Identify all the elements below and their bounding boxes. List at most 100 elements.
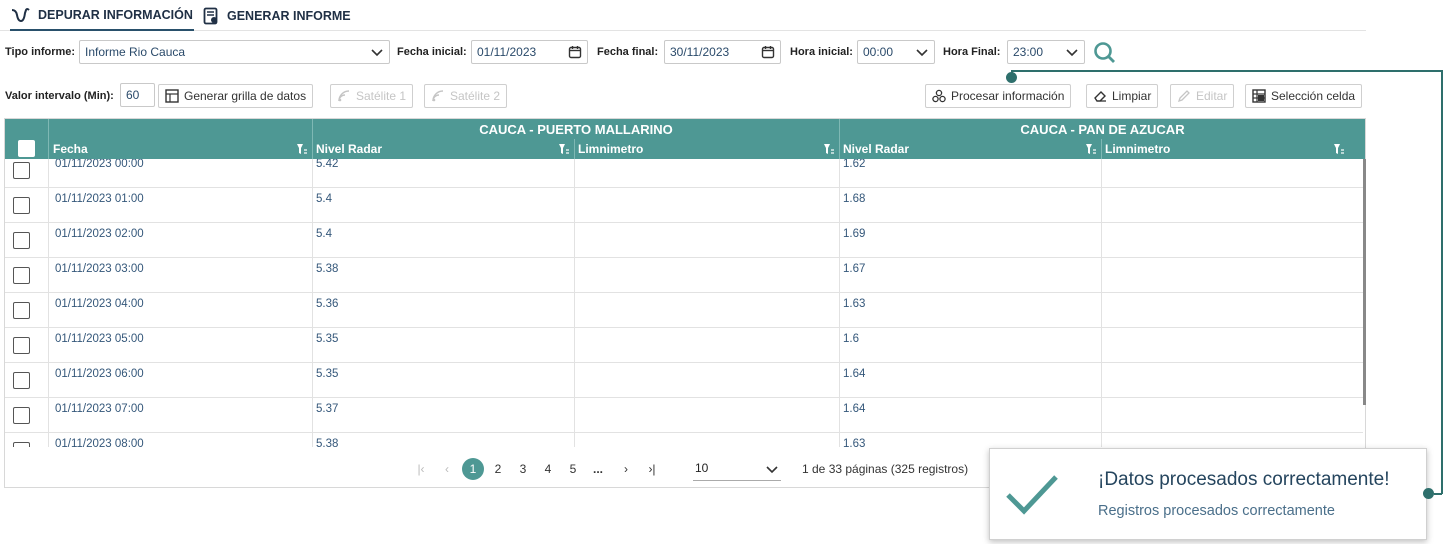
table-cell[interactable]: 1.62	[840, 159, 1102, 187]
row-checkbox[interactable]	[13, 267, 30, 284]
table-row[interactable]: 01/11/2023 01:00 5.4 1.68	[5, 188, 1363, 223]
table-cell[interactable]	[1102, 363, 1363, 397]
page-button[interactable]: 5	[562, 458, 584, 480]
satelite-1-button[interactable]: Satélite 1	[330, 84, 414, 108]
table-cell[interactable]: 01/11/2023 07:00	[49, 398, 313, 432]
tab-generar-informe[interactable]: GENERAR INFORME	[203, 0, 353, 31]
column-header-nivel-radar-1[interactable]: Nivel Radar	[313, 139, 575, 159]
row-checkbox[interactable]	[13, 337, 30, 354]
table-cell[interactable]: 1.6	[840, 328, 1102, 362]
table-cell[interactable]	[575, 223, 840, 257]
table-cell[interactable]	[1102, 223, 1363, 257]
intervalo-input[interactable]: 60	[120, 83, 155, 107]
filter-icon[interactable]	[823, 143, 835, 155]
table-cell[interactable]	[575, 398, 840, 432]
table-row[interactable]: 01/11/2023 00:00 5.42 1.62	[5, 159, 1363, 188]
table-row[interactable]: 01/11/2023 02:00 5.4 1.69	[5, 223, 1363, 258]
table-cell[interactable]: 5.42	[313, 159, 575, 187]
table-cell[interactable]: 1.63	[840, 293, 1102, 327]
table-cell[interactable]: 01/11/2023 00:00	[49, 159, 313, 187]
table-cell[interactable]	[1102, 159, 1363, 187]
generar-grilla-button[interactable]: Generar grilla de datos	[158, 84, 314, 108]
search-button[interactable]	[1092, 40, 1118, 66]
filter-icon[interactable]	[1085, 143, 1097, 155]
hora-final-select[interactable]: 23:00	[1007, 40, 1085, 64]
row-checkbox[interactable]	[13, 442, 30, 447]
filter-icon[interactable]	[558, 143, 570, 155]
column-header-fecha[interactable]: Fecha	[49, 139, 313, 159]
table-cell[interactable]: 5.35	[313, 328, 575, 362]
satelite-2-button[interactable]: Satélite 2	[424, 84, 508, 108]
table-cell[interactable]: 5.36	[313, 293, 575, 327]
prev-page-button[interactable]: ‹	[436, 458, 458, 480]
table-cell[interactable]: 01/11/2023 01:00	[49, 188, 313, 222]
table-row[interactable]: 01/11/2023 08:00 5.38 1.63	[5, 433, 1363, 447]
page-button[interactable]: 1	[462, 458, 484, 480]
table-row[interactable]: 01/11/2023 03:00 5.38 1.67	[5, 258, 1363, 293]
table-cell[interactable]: 01/11/2023 06:00	[49, 363, 313, 397]
table-cell[interactable]: 01/11/2023 03:00	[49, 258, 313, 292]
row-checkbox[interactable]	[13, 407, 30, 424]
table-cell[interactable]: 1.64	[840, 398, 1102, 432]
table-cell[interactable]: 5.37	[313, 398, 575, 432]
filter-icon[interactable]	[1333, 143, 1345, 155]
page-button[interactable]: 4	[537, 458, 559, 480]
table-cell[interactable]	[1102, 258, 1363, 292]
table-row[interactable]: 01/11/2023 06:00 5.35 1.64	[5, 363, 1363, 398]
table-row[interactable]: 01/11/2023 05:00 5.35 1.6	[5, 328, 1363, 363]
table-row[interactable]: 01/11/2023 07:00 5.37 1.64	[5, 398, 1363, 433]
table-cell[interactable]	[575, 433, 840, 447]
page-size-select[interactable]: 10	[693, 455, 781, 481]
table-cell[interactable]: 1.69	[840, 223, 1102, 257]
table-cell[interactable]	[1102, 328, 1363, 362]
seleccion-celda-button[interactable]: Selección celda	[1245, 84, 1363, 108]
page-button[interactable]: 2	[487, 458, 509, 480]
row-checkbox[interactable]	[13, 232, 30, 249]
column-header-nivel-radar-2[interactable]: Nivel Radar	[840, 139, 1102, 159]
select-all-checkbox[interactable]	[18, 140, 35, 157]
table-cell[interactable]: 1.68	[840, 188, 1102, 222]
table-cell[interactable]: 01/11/2023 08:00	[49, 433, 313, 447]
table-cell[interactable]: 5.35	[313, 363, 575, 397]
tipo-informe-select[interactable]: Informe Rio Cauca	[79, 40, 390, 64]
table-cell[interactable]: 5.4	[313, 188, 575, 222]
column-header-limnimetro-1[interactable]: Limnimetro	[575, 139, 840, 159]
row-checkbox[interactable]	[13, 302, 30, 319]
limpiar-button[interactable]: Limpiar	[1086, 84, 1159, 108]
table-cell[interactable]	[1102, 433, 1363, 447]
fecha-inicial-input[interactable]: 01/11/2023	[471, 40, 588, 64]
calendar-icon[interactable]	[761, 45, 775, 59]
table-cell[interactable]: 01/11/2023 02:00	[49, 223, 313, 257]
page-ellipsis[interactable]: ...	[587, 458, 609, 480]
table-cell[interactable]: 1.63	[840, 433, 1102, 447]
table-cell[interactable]: 5.38	[313, 258, 575, 292]
table-row[interactable]: 01/11/2023 04:00 5.36 1.63	[5, 293, 1363, 328]
procesar-informacion-button[interactable]: Procesar información	[925, 84, 1072, 108]
table-cell[interactable]: 5.38	[313, 433, 575, 447]
calendar-icon[interactable]	[568, 45, 582, 59]
table-cell[interactable]	[575, 188, 840, 222]
column-header-limnimetro-2[interactable]: Limnimetro	[1102, 139, 1365, 159]
vertical-scrollbar[interactable]	[1363, 159, 1366, 405]
fecha-final-input[interactable]: 30/11/2023	[664, 40, 781, 64]
tab-depurar-informacion[interactable]: DEPURAR INFORMACIÓN	[10, 0, 194, 31]
table-cell[interactable]	[575, 293, 840, 327]
table-cell[interactable]	[575, 159, 840, 187]
row-checkbox[interactable]	[13, 197, 30, 214]
row-checkbox[interactable]	[13, 162, 30, 179]
hora-inicial-select[interactable]: 00:00	[857, 40, 935, 64]
table-cell[interactable]	[1102, 398, 1363, 432]
last-page-button[interactable]: ›|	[641, 458, 663, 480]
table-cell[interactable]: 1.64	[840, 363, 1102, 397]
page-button[interactable]: 3	[512, 458, 534, 480]
table-cell[interactable]	[575, 258, 840, 292]
editar-button[interactable]: Editar	[1170, 84, 1235, 108]
table-cell[interactable]	[1102, 293, 1363, 327]
table-cell[interactable]	[575, 363, 840, 397]
table-cell[interactable]	[575, 328, 840, 362]
table-cell[interactable]	[1102, 188, 1363, 222]
table-cell[interactable]: 01/11/2023 04:00	[49, 293, 313, 327]
table-cell[interactable]: 01/11/2023 05:00	[49, 328, 313, 362]
row-checkbox[interactable]	[13, 372, 30, 389]
first-page-button[interactable]: |‹	[410, 458, 432, 480]
